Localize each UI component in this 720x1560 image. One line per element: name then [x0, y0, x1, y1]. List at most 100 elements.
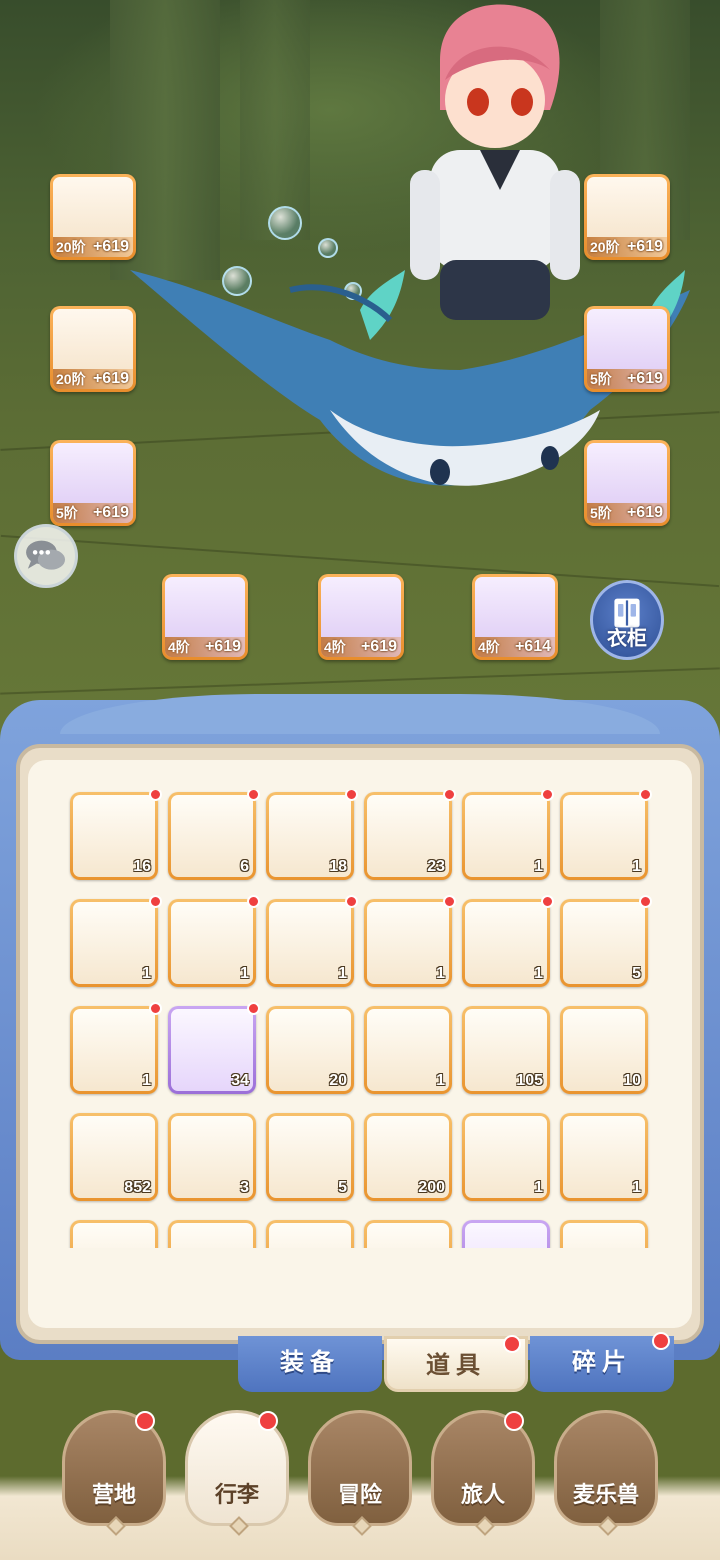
bag-item-inner: 34 — [171, 1009, 253, 1091]
bag-item-inner: 1 — [73, 1009, 155, 1091]
item-count: 1 — [436, 965, 445, 982]
equip-slot-necklace[interactable]: 4阶 +619 — [318, 574, 404, 660]
equip-slot-inner: 4阶 +614 — [475, 577, 555, 657]
bag-item[interactable] — [70, 1220, 158, 1248]
bag-item[interactable] — [266, 1220, 354, 1248]
item-count: 1 — [632, 858, 641, 875]
tab-fragments[interactable]: 碎片 — [530, 1332, 674, 1392]
pot-icon — [575, 1229, 633, 1248]
bag-item[interactable]: 200 — [364, 1113, 452, 1201]
nav-label: 麦乐兽 — [572, 1482, 639, 1507]
tab-label: 道具 — [426, 1352, 486, 1379]
notification-dot — [258, 1411, 278, 1431]
bag-item[interactable]: 1 — [70, 1002, 162, 1094]
equip-slot-gloves[interactable]: 5阶 +619 — [584, 306, 670, 392]
bag-item[interactable]: 1 — [168, 895, 260, 987]
bag-item[interactable]: 1 — [462, 895, 554, 987]
equip-slot-inner: 5阶 +619 — [587, 443, 667, 523]
item-grid: 16 6 18 23 1 1 1 1 1 1 1 5 1 34 20 1 105 10 852 3 5 200 1 1 — [68, 790, 658, 1248]
crossed-swords-icon — [333, 1421, 393, 1477]
purple-chest-icon — [85, 1015, 143, 1073]
bag-item[interactable]: 16 — [70, 790, 162, 880]
tab-equipment[interactable]: 装备 — [238, 1336, 382, 1392]
equip-slot-amulet[interactable]: 4阶 +614 — [472, 574, 558, 660]
bag-item[interactable] — [168, 1220, 256, 1248]
item-count: 20 — [329, 1072, 347, 1089]
bag-item-inner: 20 — [269, 1009, 351, 1091]
item-count: 1 — [142, 965, 151, 982]
equip-slot-sword[interactable]: 20阶 +619 — [50, 174, 136, 260]
bag-item[interactable]: 105 — [462, 1006, 550, 1094]
wood-chest-icon — [85, 908, 143, 966]
equip-slot-inner: 20阶 +619 — [53, 309, 133, 389]
equip-slot-pants[interactable]: 5阶 +619 — [50, 440, 136, 526]
bag-item[interactable]: 1 — [462, 1113, 550, 1201]
nav-travelers[interactable]: 旅人 — [431, 1410, 535, 1536]
equip-enhance-level: +619 — [92, 504, 129, 521]
equip-slot-boots[interactable]: 5阶 +619 — [584, 440, 670, 526]
bag-item[interactable] — [462, 1220, 550, 1248]
item-count: 1 — [534, 965, 543, 982]
bag-item[interactable]: 5 — [560, 895, 652, 987]
wood-chest-icon — [477, 801, 535, 859]
bag-item-inner: 1 — [465, 1116, 547, 1198]
bag-item[interactable]: 852 — [70, 1113, 158, 1201]
nav-pets[interactable]: 麦乐兽 — [554, 1410, 658, 1536]
traveler-icon — [456, 1421, 516, 1477]
bag-item-inner — [171, 1223, 253, 1248]
bag-item-inner — [73, 1223, 155, 1248]
item-count: 1 — [142, 1072, 151, 1089]
bag-item[interactable]: 1 — [364, 895, 456, 987]
item-count: 1 — [338, 965, 347, 982]
bag-item[interactable]: 23 — [364, 790, 456, 880]
equip-slot-armor[interactable]: 20阶 +619 — [50, 306, 136, 392]
bag-item[interactable]: 3 — [168, 1113, 256, 1201]
chat-button[interactable] — [14, 524, 78, 588]
bag-item[interactable]: 1 — [70, 895, 162, 987]
bag-item-inner: 1 — [171, 902, 253, 984]
bag-item-inner: 852 — [73, 1116, 155, 1198]
equip-enhance-level: +619 — [626, 504, 663, 521]
player-character — [410, 4, 580, 320]
equip-enhance-level: +619 — [92, 370, 129, 387]
nav-luggage[interactable]: 行李 — [185, 1410, 289, 1536]
bag-item[interactable]: 1 — [266, 895, 358, 987]
equip-slot-inner: 4阶 +619 — [165, 577, 245, 657]
item-count: 23 — [427, 858, 445, 875]
wardrobe-button[interactable]: 衣柜 — [590, 580, 664, 660]
notification-dot — [639, 790, 652, 801]
bag-item[interactable]: 10 — [560, 1006, 648, 1094]
bag-item[interactable]: 1 — [560, 790, 652, 880]
equip-slot-helmet[interactable]: 20阶 +619 — [584, 174, 670, 260]
bag-item[interactable]: 18 — [266, 790, 358, 880]
bag-item[interactable]: 5 — [266, 1113, 354, 1201]
bag-item[interactable]: 6 — [168, 790, 260, 880]
luggage-icon — [210, 1421, 270, 1477]
bag-item-inner: 1 — [465, 795, 547, 877]
sack-icon — [183, 1122, 241, 1180]
item-count: 1 — [632, 1179, 641, 1196]
gem-icon — [183, 1229, 241, 1248]
bag-item[interactable]: 34 — [168, 1002, 260, 1094]
bag-item[interactable] — [560, 1220, 648, 1248]
equip-slot-ring[interactable]: 4阶 +619 — [162, 574, 248, 660]
equip-enhance-level: +619 — [360, 638, 397, 655]
bag-item-inner: 1 — [367, 902, 449, 984]
equip-enhance-level: +614 — [514, 638, 551, 655]
iron-icon — [477, 1015, 535, 1073]
bag-item[interactable]: 1 — [462, 790, 554, 880]
bag-item-inner: 1 — [465, 902, 547, 984]
bag-item[interactable]: 1 — [364, 1006, 452, 1094]
wardrobe-label: 衣柜 — [607, 628, 647, 650]
bag-item[interactable]: 1 — [560, 1113, 648, 1201]
nav-camp[interactable]: 营地 — [62, 1410, 166, 1536]
notification-dot — [345, 895, 358, 908]
bag-item[interactable]: 20 — [266, 1006, 354, 1094]
ore-icon — [281, 801, 339, 859]
spoon-icon — [85, 1122, 143, 1180]
equip-enhance-level: +619 — [626, 238, 663, 255]
nav-adventure[interactable]: 冒险 — [308, 1410, 412, 1536]
tab-items[interactable]: 道具 — [384, 1335, 528, 1392]
bag-item-inner: 1 — [563, 795, 645, 877]
bag-item[interactable] — [364, 1220, 452, 1248]
